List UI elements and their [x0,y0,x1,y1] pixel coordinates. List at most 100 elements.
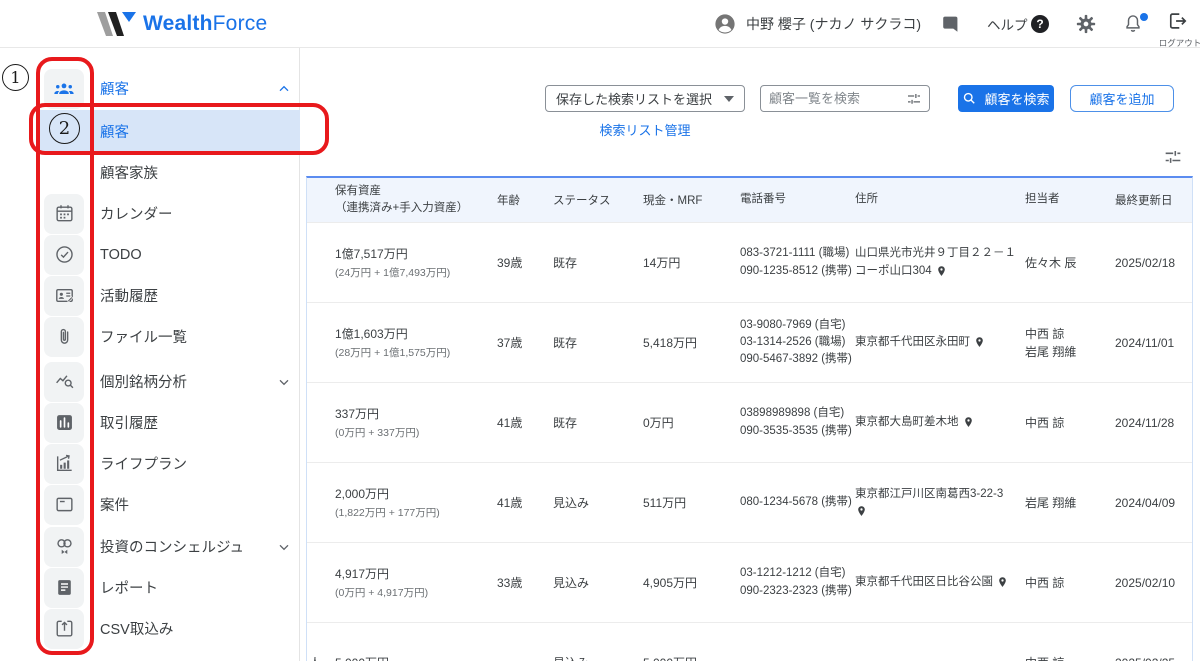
sidebar-item-label: 顧客 [100,82,129,98]
manage-search-list-link[interactable]: 検索リスト管理 [560,120,730,139]
sidebar-item-calendar[interactable]: カレンダー [0,193,300,234]
notification-dot [1140,13,1148,21]
sidebar-item-label: CSV取込み [100,622,174,638]
card-icon [44,484,84,525]
sidebar-item-label: 投資のコンシェルジュ [100,540,244,556]
sidebar-item-activity-history[interactable]: 活動履歴 [0,275,300,316]
asset-detail: (28万円 + 1億1,575万円) [335,347,451,359]
sidebar-item-reports[interactable]: レポート [0,567,300,608]
table-row[interactable]: 4,917万円 (0万円 + 4,917万円) 33歳 見込み 4,905万円 … [307,542,1192,622]
status-value: 既存 [553,256,578,270]
sidebar-item-transaction-history[interactable]: 取引履歴 [0,402,300,443]
chat-icon[interactable] [940,13,962,35]
brand-bold: Wealth [143,12,213,35]
avatar-icon[interactable] [714,13,736,35]
status-value: 既存 [553,416,578,430]
search-button-label: 顧客を検索 [984,92,1050,107]
asset-total: 5,000万円 [335,654,497,661]
col-phone: 電話番号 [740,193,786,206]
sidebar-item-label: 活動履歴 [100,289,158,305]
wealthforce-logo: WealthForce [95,9,267,39]
top-bar: WealthForce 中野 櫻子 (ナカノ サクラコ) ヘルプ ? ログアウト [0,0,1200,48]
help-icon[interactable]: ? [1031,15,1049,33]
chevron-up-icon [279,85,289,91]
asset-detail: (24万円 + 1億7,493万円) [335,267,451,279]
caret-down-icon [724,95,734,102]
col-cash-mrf: 現金・MRF [643,195,703,207]
sidebar-item-investment-concierge[interactable]: 投資のコンシェルジュ [0,526,300,567]
help-label[interactable]: ヘルプ [987,0,1028,48]
table-header-row: 保有資産 （連携済み+手入力資産） 年齢 ステータス 現金・MRF 電話番号 住… [307,178,1192,222]
user-name[interactable]: 中野 櫻子 (ナカノ サクラコ) [746,0,921,48]
sidebar-item-label: 顧客 [100,124,129,141]
concierge-icon [44,526,84,567]
map-pin-icon[interactable] [935,264,948,279]
asset-total: 4,917万円 [335,567,390,581]
asset-total: 1億1,603万円 [335,327,408,341]
logout-icon[interactable] [1166,10,1188,32]
sidebar-item-file-list[interactable]: ファイル一覧 [0,316,300,357]
chevron-down-icon [279,379,289,385]
sidebar-subitem-customer-family[interactable]: 顧客家族 [0,152,300,193]
search-icon [964,92,976,104]
table-row[interactable]: 1億1,603万円 (28万円 + 1億1,575万円) 37歳 既存 5,41… [307,302,1192,382]
sidebar-item-label: カレンダー [100,207,173,223]
annotation-number-2: 2 [49,113,80,144]
col-assets: 保有資産 （連携済み+手入力資産） [335,185,469,214]
sidebar-subitem-customers[interactable]: 顧客 [0,110,300,152]
map-pin-icon[interactable] [962,415,975,430]
sidebar-item-csv-import[interactable]: CSV取込み [0,608,300,649]
sidebar-item-customers[interactable]: 顧客 [0,68,300,109]
add-button-label: 顧客を追加 [1089,92,1155,107]
check-circle-icon [44,234,84,275]
sidebar-item-label: 個別銘柄分析 [100,375,187,391]
report-icon [44,567,84,608]
add-customer-button[interactable]: 顧客を追加 [1070,85,1174,112]
chart-search-icon [44,361,84,402]
status-value: 見込み [553,654,643,661]
status-value: 見込み [553,496,590,510]
sidebar-item-cases[interactable]: 案件 [0,484,300,525]
tune-icon[interactable] [1162,146,1184,168]
status-value: 見込み [553,576,590,590]
col-last-updated: 最終更新日 [1115,195,1173,207]
table-row[interactable]: 1億7,517万円 (24万円 + 1億7,493万円) 39歳 既存 14万円… [307,222,1192,302]
paperclip-icon [44,316,84,357]
tune-icon[interactable] [905,90,923,108]
map-pin-icon[interactable] [996,575,1009,590]
people-icon [44,68,84,109]
gear-icon[interactable] [1075,13,1097,35]
asset-total: 2,000万円 [335,487,390,501]
asset-detail: (0万円 + 4,917万円) [335,587,429,599]
growth-chart-icon [44,443,84,484]
sidebar-item-todo[interactable]: TODO [0,234,300,275]
annotation-number-1: 1 [2,64,29,91]
table-row[interactable]: 337万円 (0万円 + 337万円) 41歳 既存 0万円 038989898… [307,382,1192,462]
customer-table: 保有資産 （連携済み+手入力資産） 年齢 ステータス 現金・MRF 電話番号 住… [306,176,1193,661]
sidebar: 顧客 顧客 顧客家族 カレンダー TODO 活動履歴 ファイル一覧 個別銘柄分析… [0,48,300,661]
logout-label[interactable]: ログアウト [1152,37,1200,49]
saved-search-list-select[interactable]: 保存した検索リストを選択 [545,85,745,112]
sidebar-item-label: TODO [100,246,142,263]
sidebar-item-life-plan[interactable]: ライフプラン [0,443,300,484]
sidebar-item-label: 案件 [100,498,129,514]
sidebar-item-label: ファイル一覧 [100,330,187,346]
saved-search-list-value: 保存した検索リストを選択 [556,92,713,107]
sidebar-item-stock-analysis[interactable]: 個別銘柄分析 [0,361,300,402]
col-address: 住所 [855,193,878,206]
map-pin-icon[interactable] [855,504,868,519]
search-customers-button[interactable]: 顧客を検索 [958,85,1054,112]
chevron-down-icon [279,544,289,550]
search-input[interactable] [761,91,905,106]
table-row[interactable]: 人 5,000万円 - 見込み 5,000万円 中西 諒 2025/02/25 [307,622,1192,661]
col-status: ステータス [553,195,611,207]
brand-light: Force [212,12,268,35]
asset-detail: (1,822万円 + 177万円) [335,507,440,519]
table-row[interactable]: 2,000万円 (1,822万円 + 177万円) 41歳 見込み 511万円 … [307,462,1192,542]
col-person-in-charge: 担当者 [1025,193,1060,206]
map-pin-icon[interactable] [973,335,986,350]
bar-chart-icon [44,402,84,443]
sidebar-item-label: 取引履歴 [100,416,158,432]
col-age: 年齢 [497,195,520,207]
customer-list-search [760,85,930,112]
